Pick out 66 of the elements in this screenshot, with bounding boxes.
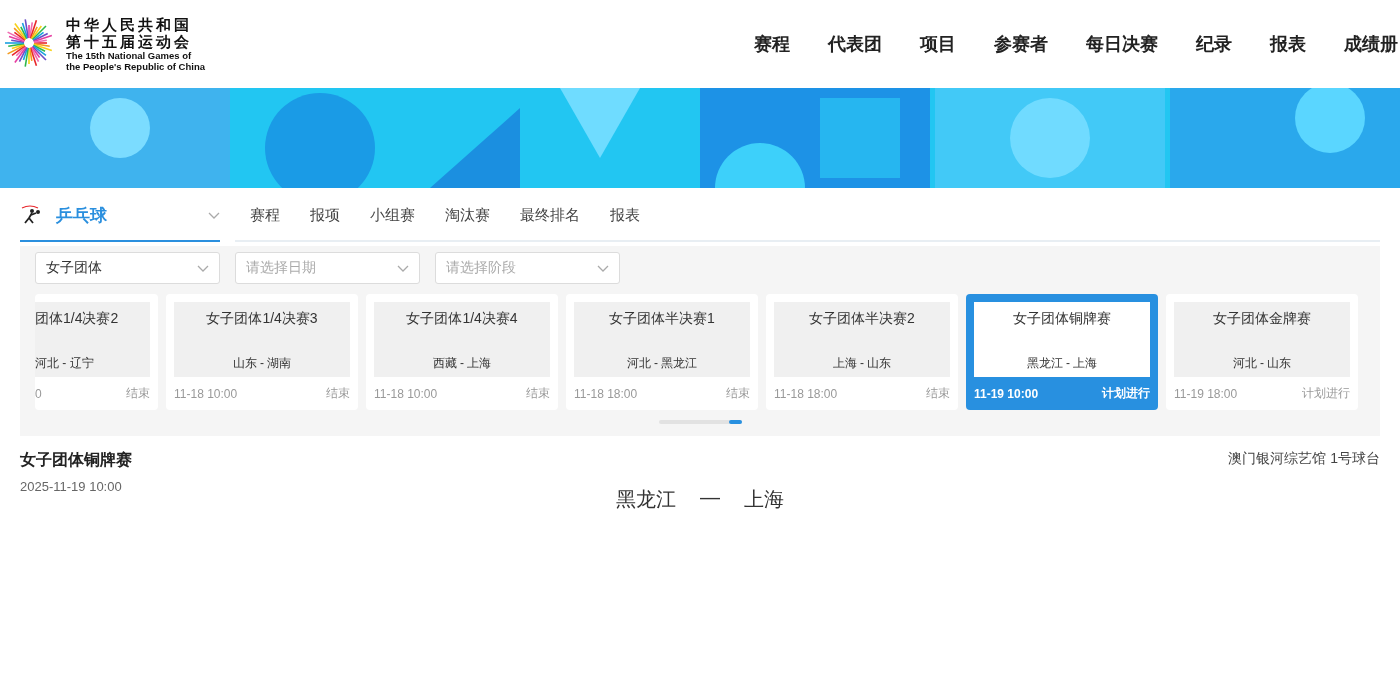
match-card[interactable]: 女子团体铜牌赛 黑龙江 - 上海 11-19 10:00 计划进行 [966,294,1158,410]
match-time: 0 [35,386,42,401]
select-field[interactable]: 女子团体 [35,252,220,284]
match-title: 女子团体1/4决赛4 [406,310,518,328]
match-title: 女子团体1/4决赛3 [206,310,318,328]
nav-link[interactable]: 参赛者 [975,32,1067,56]
nav-link[interactable]: 代表团 [809,32,901,56]
match-teams: 上海 - 山东 [832,355,892,372]
match-time: 11-18 10:00 [174,386,238,401]
match-date: 2025-11-19 10:00 [20,479,123,494]
sub-tab[interactable]: 报项 [295,205,355,225]
match-card[interactable]: 女子团体1/4决赛4 西藏 - 上海 11-18 10:00 结束 [366,294,558,410]
match-card[interactable]: 团体1/4决赛2 河北 - 辽宁 0 结束 [35,294,158,410]
match-status: 结束 [926,385,950,402]
match-title: 女子团体半决赛2 [809,310,915,328]
home-team: 黑龙江 [616,487,676,512]
match-status: 结束 [326,385,350,402]
nav-link[interactable]: 报表 [1251,32,1325,56]
logo-title: 中华人民共和国 [66,16,193,33]
logo-subtitle: The 15th National Games of [66,50,193,61]
match-time: 11-18 18:00 [574,386,638,401]
match-teams: 河北 - 辽宁 [35,355,94,372]
match-teams: 黑龙江 - 上海 [1026,355,1098,372]
chevron-down-icon [597,264,609,272]
nav-link[interactable]: 项目 [901,32,975,56]
sport-name: 乒乓球 [56,204,108,227]
nav-link[interactable]: 纪录 [1177,32,1251,56]
match-status: 计划进行 [1302,385,1350,402]
match-card[interactable]: 女子团体半决赛1 河北 - 黑龙江 11-18 18:00 结束 [566,294,758,410]
match-time: 11-18 10:00 [374,386,438,401]
venue: 澳门银河综艺馆 1号球台 [1228,450,1380,468]
chevron-down-icon [197,264,209,272]
match-card[interactable]: 女子团体1/4决赛3 山东 - 湖南 11-18 10:00 结束 [166,294,358,410]
match-title: 团体1/4决赛2 [35,310,119,328]
match-status: 结束 [126,385,150,402]
sub-tab[interactable]: 报表 [595,205,655,225]
nav-link[interactable]: 赛程 [735,32,809,56]
match-time: 11-19 18:00 [1174,386,1238,401]
match-teams: 西藏 - 上海 [432,355,492,372]
match-detail-title: 女子团体铜牌赛 [20,450,132,470]
match-title: 女子团体金牌赛 [1213,310,1311,328]
match-teams: 河北 - 黑龙江 [626,355,698,372]
nav-link[interactable]: 每日决赛 [1067,32,1177,56]
sub-tab[interactable]: 赛程 [235,205,295,225]
match-time: 11-19 10:00 [974,386,1039,401]
match-title: 女子团体半决赛1 [609,310,715,328]
match-teams: 山东 - 湖南 [232,355,292,372]
match-status: 计划进行 [1102,385,1150,402]
match-time: 11-18 18:00 [774,386,838,401]
match-status: 结束 [726,385,750,402]
chevron-down-icon [208,211,220,219]
match-status: 结束 [526,385,550,402]
table-tennis-player-icon [20,205,42,225]
match-teams: 河北 - 山东 [1232,355,1292,372]
nav-link[interactable]: 成绩册 [1325,32,1400,56]
logo-title: 第十五届运动会 [66,33,193,50]
match-title: 女子团体铜牌赛 [1013,310,1111,328]
sub-tab[interactable]: 小组赛 [355,205,430,225]
away-team: 上海 [744,487,784,512]
sub-tab[interactable]: 最终排名 [505,205,595,225]
match-card[interactable]: 女子团体金牌赛 河北 - 山东 11-19 18:00 计划进行 [1166,294,1358,410]
versus-dash: — [700,486,720,510]
logo-subtitle: the People's Republic of China [66,61,205,72]
chevron-down-icon [397,264,409,272]
sub-tab[interactable]: 淘汰赛 [430,205,505,225]
match-card[interactable]: 女子团体半决赛2 上海 - 山东 11-18 18:00 结束 [766,294,958,410]
